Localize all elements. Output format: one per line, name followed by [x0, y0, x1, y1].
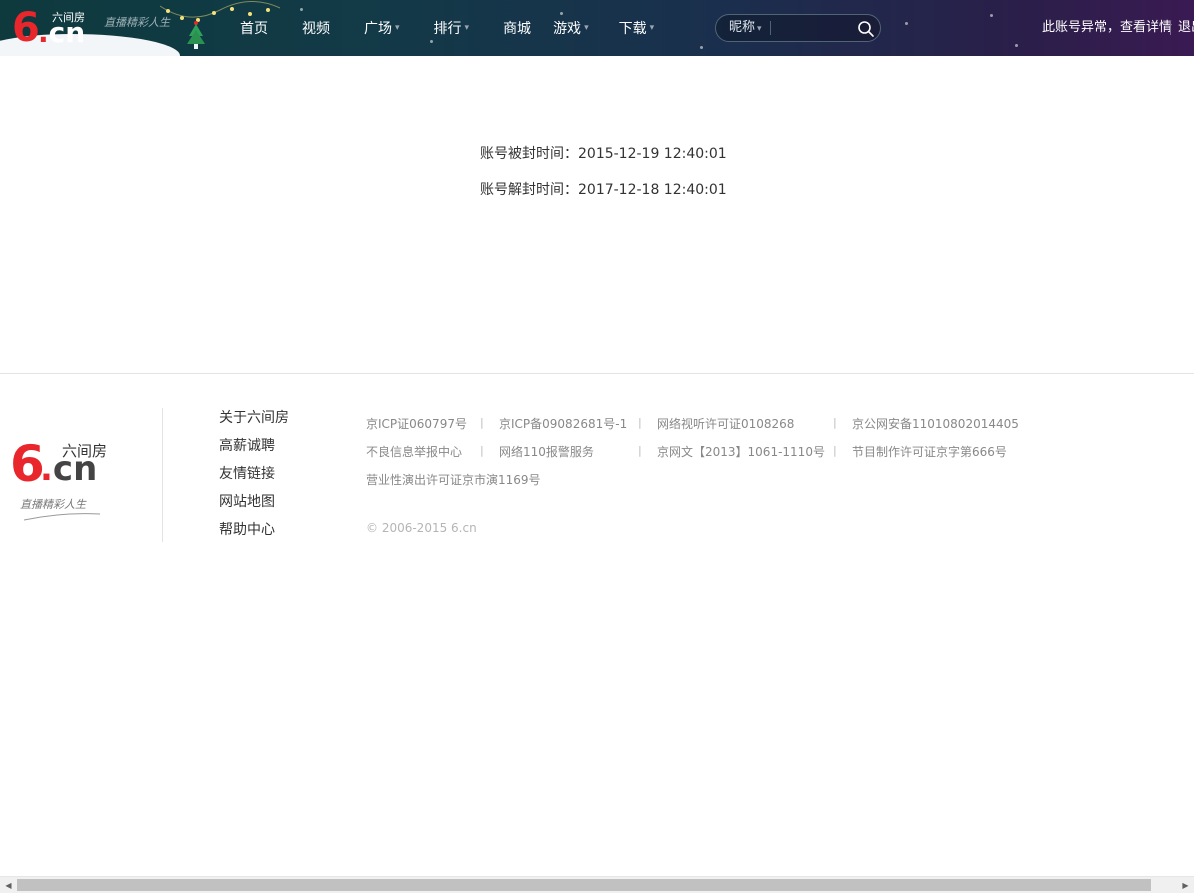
snowflake	[990, 14, 993, 17]
search-box: 昵称 ▾	[715, 14, 881, 42]
copyright: © 2006-2015 6.cn	[366, 521, 477, 535]
nav-item-home[interactable]: 首页	[240, 18, 268, 38]
unban-time-label: 账号解封时间：	[480, 182, 578, 198]
nav-label: 游戏	[553, 21, 582, 37]
banned-time-label: 账号被封时间：	[480, 146, 578, 162]
logout-link[interactable]: 退出	[1178, 0, 1194, 56]
footer-link-help[interactable]: 帮助中心	[219, 518, 289, 546]
nav-item-video[interactable]: 视频	[302, 18, 330, 38]
chevron-down-icon: ▾	[649, 23, 655, 33]
footer-logo-dot: .	[40, 449, 53, 489]
ban-info: 账号被封时间：2015-12-19 12:40:01 账号解封时间：2017-1…	[480, 142, 727, 214]
banned-time-value: 2015-12-19 12:40:01	[578, 146, 727, 162]
divider	[1170, 21, 1171, 35]
footer-link-sitemap[interactable]: 网站地图	[219, 490, 289, 518]
scrollbar-thumb[interactable]	[17, 879, 1151, 891]
top-navigation-bar: 6 .cn 六间房 直播精彩人生 首页 视频 广场 ▾ 排行 ▾ 商城 游戏 ▾ 下载…	[0, 0, 1194, 56]
logo-site-name: 六间房	[52, 11, 85, 24]
scroll-left-arrow-icon[interactable]: ◀	[0, 877, 17, 893]
nav-label: 视频	[302, 21, 330, 37]
main-nav: 首页 视频 广场 ▾ 排行 ▾ 商城 游戏 ▾ 下载 ▾	[240, 0, 688, 56]
nav-label: 首页	[240, 21, 268, 37]
chevron-down-icon: ▾	[395, 23, 400, 33]
nav-item-games[interactable]: 游戏 ▾	[553, 18, 589, 38]
separator: |	[833, 416, 837, 429]
snowflake	[1015, 44, 1018, 47]
nav-label: 排行	[433, 21, 462, 37]
site-logo[interactable]: 6 .cn 六间房	[12, 6, 92, 50]
footer-logo[interactable]: 6 .cn 六间房 直播精彩人生	[10, 436, 120, 526]
search-input[interactable]	[774, 17, 858, 41]
nav-label: 下载	[618, 21, 647, 37]
slogan: 直播精彩人生	[104, 16, 170, 29]
license-icp-record[interactable]: 京ICP备09082681号-1	[499, 415, 627, 432]
unban-time-row: 账号解封时间：2017-12-18 12:40:01	[480, 178, 727, 214]
license-av-permit[interactable]: 网络视听许可证0108268	[657, 415, 794, 432]
nav-item-plaza[interactable]: 广场 ▾	[364, 18, 400, 38]
footer-divider	[0, 373, 1194, 374]
license-icp-cert[interactable]: 京ICP证060797号	[366, 415, 467, 432]
banned-time-row: 账号被封时间：2015-12-19 12:40:01	[480, 142, 727, 178]
footer-link-about[interactable]: 关于六间房	[219, 406, 289, 434]
separator: |	[480, 444, 484, 457]
christmas-tree-icon	[187, 21, 205, 49]
separator: |	[638, 444, 642, 457]
footer-link-jobs[interactable]: 高薪诚聘	[219, 434, 289, 462]
horizontal-scrollbar[interactable]: ◀ ▶	[0, 876, 1194, 893]
logo-dot: .	[38, 16, 49, 49]
license-police-110[interactable]: 网络110报警服务	[499, 443, 594, 460]
nav-label: 广场	[364, 21, 392, 37]
chevron-down-icon: ▾	[757, 24, 762, 34]
footer-vertical-divider	[162, 408, 163, 542]
search-icon[interactable]	[857, 20, 875, 38]
scroll-right-arrow-icon[interactable]: ▶	[1177, 877, 1194, 893]
divider	[770, 21, 771, 35]
nav-item-mall[interactable]: 商城	[503, 18, 531, 38]
license-program-production[interactable]: 节目制作许可证京字第666号	[852, 443, 1007, 460]
search-type-dropdown[interactable]: 昵称 ▾	[729, 15, 762, 42]
nav-item-rank[interactable]: 排行 ▾	[434, 18, 470, 38]
footer-logo-site-name: 六间房	[62, 442, 108, 460]
license-public-security[interactable]: 京公网安备11010802014405	[852, 415, 1019, 432]
nav-item-download[interactable]: 下载 ▾	[619, 18, 655, 38]
license-report-center[interactable]: 不良信息举报中心	[366, 443, 462, 460]
license-performance[interactable]: 营业性演出许可证京市演1169号	[366, 471, 541, 488]
logo-six: 6	[12, 5, 40, 51]
footer-link-friends[interactable]: 友情链接	[219, 462, 289, 490]
separator: |	[833, 444, 837, 457]
account-warning-link[interactable]: 此账号异常，查看详情	[1042, 0, 1172, 56]
search-type-label: 昵称	[729, 20, 756, 35]
chevron-down-icon: ▾	[464, 23, 470, 33]
nav-label: 商城	[503, 21, 532, 37]
separator: |	[480, 416, 484, 429]
snowflake	[700, 46, 703, 49]
swoosh-decoration	[23, 513, 101, 521]
license-culture[interactable]: 京网文【2013】1061-1110号	[657, 443, 825, 460]
snowflake	[905, 22, 908, 25]
footer-links: 关于六间房 高薪诚聘 友情链接 网站地图 帮助中心	[219, 406, 289, 546]
separator: |	[638, 416, 642, 429]
unban-time-value: 2017-12-18 12:40:01	[578, 182, 727, 198]
chevron-down-icon: ▾	[584, 23, 589, 33]
